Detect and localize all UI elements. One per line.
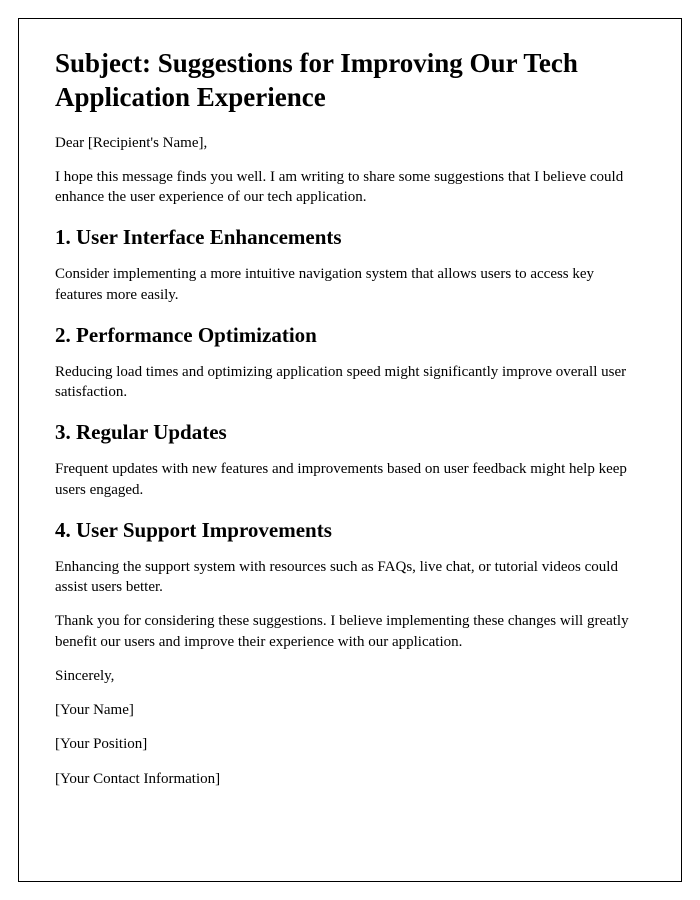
intro-paragraph: I hope this message finds you well. I am… (55, 167, 645, 208)
section-heading-2: 2. Performance Optimization (55, 323, 645, 348)
subject-heading: Subject: Suggestions for Improving Our T… (55, 47, 645, 115)
section-body-4: Enhancing the support system with resour… (55, 557, 645, 598)
salutation: Dear [Recipient's Name], (55, 133, 645, 153)
signature-position: [Your Position] (55, 734, 645, 754)
section-heading-1: 1. User Interface Enhancements (55, 225, 645, 250)
signoff: Sincerely, (55, 666, 645, 686)
signature-name: [Your Name] (55, 700, 645, 720)
document-frame: Subject: Suggestions for Improving Our T… (18, 18, 682, 882)
signature-contact: [Your Contact Information] (55, 769, 645, 789)
section-body-1: Consider implementing a more intuitive n… (55, 264, 645, 305)
section-heading-3: 3. Regular Updates (55, 420, 645, 445)
section-body-3: Frequent updates with new features and i… (55, 459, 645, 500)
closing-paragraph: Thank you for considering these suggesti… (55, 611, 645, 652)
section-body-2: Reducing load times and optimizing appli… (55, 362, 645, 403)
section-heading-4: 4. User Support Improvements (55, 518, 645, 543)
